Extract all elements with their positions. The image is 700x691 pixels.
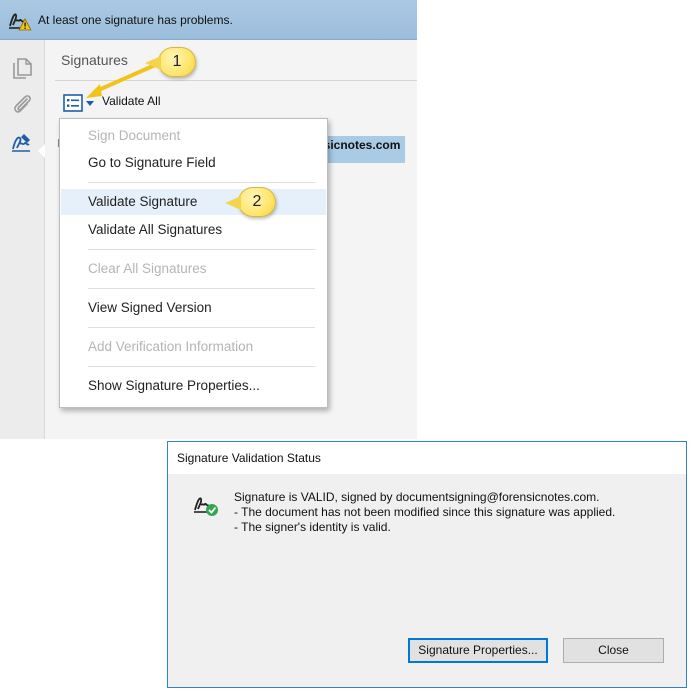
attachment-icon[interactable] (10, 92, 34, 116)
notification-bar: At least one signature has problems. (0, 0, 417, 40)
callout-1: 1 (145, 47, 196, 77)
pages-icon[interactable] (10, 56, 34, 80)
signature-validation-dialog: Signature Validation Status Signature is… (167, 441, 687, 688)
validation-message: Signature is VALID, signed by documentsi… (234, 490, 615, 535)
signature-pen-icon[interactable] (10, 130, 34, 154)
menu-separator (88, 288, 315, 289)
menu-item-view-signed-version[interactable]: View Signed Version (61, 295, 326, 321)
dialog-title: Signature Validation Status (168, 442, 686, 474)
menu-item-label: Validate Signature (88, 194, 198, 209)
signature-row-text: rsicnotes.com (319, 138, 401, 152)
callout-2: 2 (225, 187, 276, 217)
menu-separator (88, 366, 315, 367)
menu-item-label: Validate All Signatures (88, 222, 223, 237)
menu-item-go-to-signature-field[interactable]: Go to Signature Field (61, 150, 326, 176)
menu-item-validate-signature[interactable]: Validate Signature (61, 189, 326, 215)
signature-warning-icon (9, 12, 32, 30)
menu-separator (88, 182, 315, 183)
menu-item-add-verification-information: Add Verification Information (61, 334, 326, 360)
menu-item-show-signature-properties[interactable]: Show Signature Properties... (61, 373, 326, 399)
menu-item-clear-all-signatures: Clear All Signatures (61, 256, 326, 282)
menu-separator (88, 327, 315, 328)
validation-line: - The signer's identity is valid. (234, 520, 391, 534)
signature-properties-button[interactable]: Signature Properties... (408, 638, 548, 663)
menu-item-label: Show Signature Properties... (88, 378, 260, 393)
validation-line: - The document has not been modified sin… (234, 505, 616, 519)
menu-item-label: Sign Document (88, 128, 181, 143)
menu-item-label: Clear All Signatures (88, 261, 207, 276)
menu-item-sign-document: Sign Document (61, 123, 326, 149)
validation-line: Signature is VALID, signed by documentsi… (234, 490, 600, 504)
left-toolbar (0, 40, 46, 439)
menu-item-label: View Signed Version (88, 300, 212, 315)
close-button[interactable]: Close (563, 638, 664, 663)
menu-item-label: Add Verification Information (88, 339, 254, 354)
menu-separator (88, 249, 315, 250)
notification-message: At least one signature has problems. (38, 12, 233, 27)
menu-item-validate-all-signatures[interactable]: Validate All Signatures (61, 217, 326, 243)
signature-options-menu: Sign Document Go to Signature Field Vali… (59, 118, 328, 408)
signature-valid-icon (194, 497, 218, 516)
menu-item-label: Go to Signature Field (88, 155, 216, 170)
